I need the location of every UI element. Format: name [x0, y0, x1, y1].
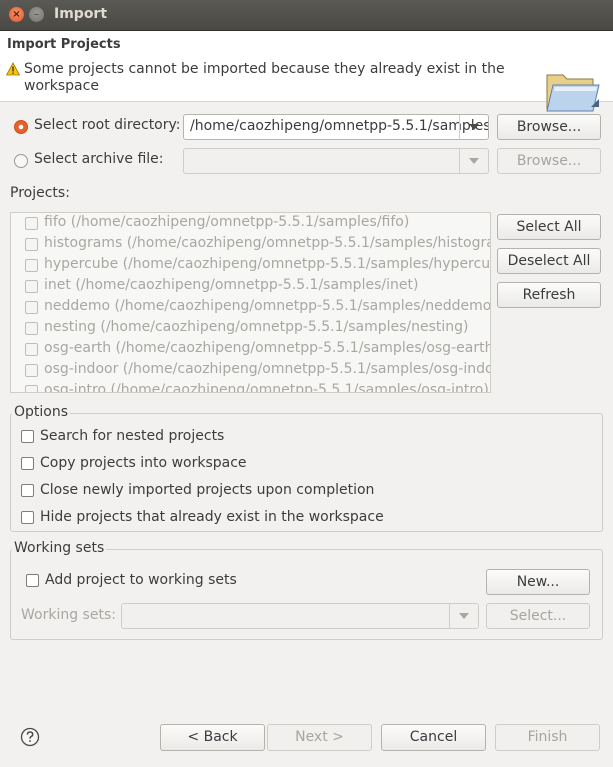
browse-root-button[interactable]: Browse... [497, 114, 601, 140]
list-item[interactable]: hypercube (/home/caozhipeng/omnetpp-5.5.… [11, 256, 491, 277]
finish-button[interactable]: Finish [495, 724, 600, 751]
select-working-sets-button[interactable]: Select... [486, 603, 590, 629]
add-to-working-sets-checkbox[interactable] [26, 574, 39, 587]
close-window-button[interactable]: × [9, 7, 24, 22]
working-sets-dropdown[interactable] [449, 604, 478, 628]
project-checkbox[interactable] [25, 322, 38, 335]
list-item[interactable]: osg-earth (/home/caozhipeng/omnetpp-5.5.… [11, 340, 491, 361]
list-item[interactable]: fifo (/home/caozhipeng/omnetpp-5.5.1/sam… [11, 214, 490, 235]
root-directory-value: /home/caozhipeng/omnetpp-5.5.1/samples [190, 118, 489, 134]
header-banner: Import Projects Some projects cannot be … [0, 31, 613, 112]
list-item[interactable]: nesting (/home/caozhipeng/omnetpp-5.5.1/… [11, 319, 490, 340]
working-sets-label: Working sets: [21, 607, 116, 623]
close-imported-label: Close newly imported projects upon compl… [40, 482, 375, 498]
deselect-all-button[interactable]: Deselect All [497, 248, 601, 274]
help-icon[interactable] [20, 727, 40, 747]
project-checkbox[interactable] [25, 343, 38, 356]
root-directory-combo[interactable]: /home/caozhipeng/omnetpp-5.5.1/samples [183, 114, 489, 140]
project-label: osg-indoor (/home/caozhipeng/omnetpp-5.5… [44, 361, 491, 377]
project-label: neddemo (/home/caozhipeng/omnetpp-5.5.1/… [44, 298, 491, 314]
root-directory-dropdown[interactable] [459, 115, 488, 139]
project-label: osg-intro (/home/caozhipeng/omnetpp-5.5.… [44, 382, 489, 393]
project-checkbox[interactable] [25, 280, 38, 293]
root-directory-label: Select root directory: [34, 117, 181, 133]
projects-label: Projects: [10, 185, 70, 201]
chevron-down-icon [469, 124, 479, 130]
warning-message: Some projects cannot be imported because… [24, 61, 505, 94]
minimize-window-button[interactable]: – [29, 7, 44, 22]
list-item[interactable]: inet (/home/caozhipeng/omnetpp-5.5.1/sam… [11, 277, 490, 298]
projects-list[interactable]: fifo (/home/caozhipeng/omnetpp-5.5.1/sam… [10, 212, 491, 393]
working-sets-title: Working sets [12, 540, 107, 556]
cancel-button[interactable]: Cancel [381, 724, 486, 751]
project-checkbox[interactable] [25, 238, 38, 251]
project-label: nesting (/home/caozhipeng/omnetpp-5.5.1/… [44, 319, 469, 335]
working-sets-combo[interactable] [121, 603, 479, 629]
warning-icon [6, 62, 20, 76]
hide-existing-checkbox[interactable] [21, 511, 34, 524]
close-imported-checkbox[interactable] [21, 484, 34, 497]
root-directory-radio[interactable] [14, 120, 28, 134]
page-title: Import Projects [7, 37, 121, 52]
nested-projects-label: Search for nested projects [40, 428, 225, 444]
chevron-down-icon [469, 158, 479, 164]
archive-file-radio[interactable] [14, 154, 28, 168]
next-button[interactable]: Next > [267, 724, 372, 751]
archive-file-dropdown[interactable] [459, 149, 488, 173]
refresh-button[interactable]: Refresh [497, 282, 601, 308]
window-title: Import [54, 6, 108, 22]
hide-existing-label: Hide projects that already exist in the … [40, 509, 384, 525]
project-label: inet (/home/caozhipeng/omnetpp-5.5.1/sam… [44, 277, 419, 293]
title-bar: × – Import [0, 0, 613, 31]
copy-projects-label: Copy projects into workspace [40, 455, 247, 471]
list-item[interactable]: osg-intro (/home/caozhipeng/omnetpp-5.5.… [11, 382, 490, 393]
list-item[interactable]: neddemo (/home/caozhipeng/omnetpp-5.5.1/… [11, 298, 491, 319]
options-title: Options [12, 404, 71, 420]
project-label: hypercube (/home/caozhipeng/omnetpp-5.5.… [44, 256, 491, 272]
project-checkbox[interactable] [25, 217, 38, 230]
project-checkbox[interactable] [25, 301, 38, 314]
folder-icon [546, 74, 600, 112]
project-checkbox[interactable] [25, 259, 38, 272]
project-checkbox[interactable] [25, 385, 38, 392]
browse-archive-button[interactable]: Browse... [497, 148, 601, 174]
select-all-button[interactable]: Select All [497, 214, 601, 240]
close-icon: × [12, 9, 21, 20]
archive-file-combo[interactable] [183, 148, 489, 174]
new-working-set-button[interactable]: New... [486, 569, 590, 595]
back-button[interactable]: < Back [160, 724, 265, 751]
list-item[interactable]: histograms (/home/caozhipeng/omnetpp-5.5… [11, 235, 491, 256]
project-label: histograms (/home/caozhipeng/omnetpp-5.5… [44, 235, 491, 251]
chevron-down-icon [459, 613, 469, 619]
list-item[interactable]: osg-indoor (/home/caozhipeng/omnetpp-5.5… [11, 361, 491, 382]
nested-projects-checkbox[interactable] [21, 430, 34, 443]
add-to-working-sets-label: Add project to working sets [45, 572, 237, 588]
copy-projects-checkbox[interactable] [21, 457, 34, 470]
project-label: osg-earth (/home/caozhipeng/omnetpp-5.5.… [44, 340, 491, 356]
minimize-icon: – [34, 9, 39, 20]
project-label: fifo (/home/caozhipeng/omnetpp-5.5.1/sam… [44, 214, 410, 230]
archive-file-label: Select archive file: [34, 151, 164, 167]
project-checkbox[interactable] [25, 364, 38, 377]
